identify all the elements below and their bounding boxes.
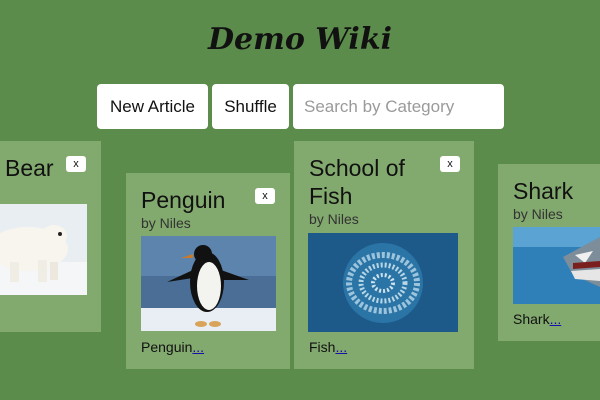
read-more-link[interactable]: ... [192, 339, 204, 355]
close-button[interactable]: x [66, 156, 86, 172]
card-author: by Niles [141, 215, 191, 231]
read-more-link[interactable]: ... [335, 339, 347, 355]
excerpt-text: Shark [513, 311, 550, 327]
card-title: School of Fish [309, 155, 405, 209]
card-author: by Niles [309, 211, 359, 227]
card-author: by Niles [513, 206, 563, 222]
category-search-input[interactable] [293, 84, 504, 129]
article-card-shark[interactable]: Shark by Niles Shark... [498, 164, 600, 341]
article-card-penguin[interactable]: Penguin by Niles x Penguin... [126, 173, 290, 369]
article-card-bear[interactable]: Bear x [0, 141, 101, 332]
page-title: Demo Wiki [207, 22, 393, 57]
polar-bear-image [0, 204, 87, 295]
card-excerpt: Penguin... [141, 339, 204, 355]
card-title: Penguin [141, 187, 226, 213]
article-card-school-of-fish[interactable]: School of Fish by Niles x Fish... [294, 141, 474, 369]
new-article-button[interactable]: New Article [97, 84, 208, 129]
card-title: Bear [5, 155, 54, 181]
shark-image [513, 227, 600, 304]
excerpt-text: Fish [309, 339, 336, 355]
shuffle-button[interactable]: Shuffle [212, 84, 289, 129]
card-title: Shark [513, 178, 574, 204]
excerpt-text: Penguin [141, 339, 193, 355]
card-excerpt: Shark... [513, 311, 561, 327]
close-button[interactable]: x [440, 156, 460, 172]
penguin-image [141, 236, 276, 331]
read-more-link[interactable]: ... [550, 311, 562, 327]
close-button[interactable]: x [255, 188, 275, 204]
card-excerpt: Fish... [309, 339, 347, 355]
school-of-fish-image [308, 233, 458, 332]
